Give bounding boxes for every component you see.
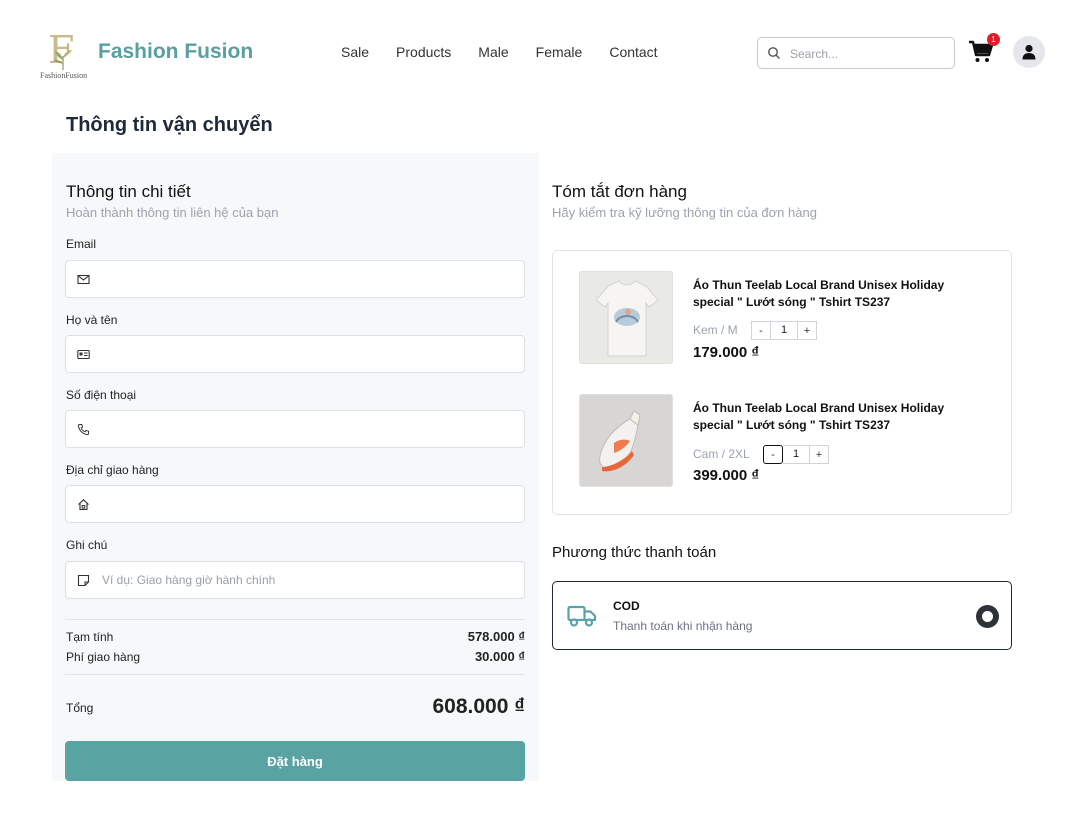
home-icon — [78, 499, 89, 511]
site-header: F FashionFusion Fashion Fusion Sale Prod… — [0, 0, 1070, 100]
logo[interactable]: F FashionFusion — [40, 28, 92, 82]
place-order-button[interactable]: Đặt hàng — [65, 741, 525, 781]
quantity-value: 1 — [783, 445, 809, 464]
main-nav: Sale Products Male Female Contact — [341, 44, 685, 60]
quantity-stepper: - 1 + — [763, 445, 829, 464]
note-icon — [77, 574, 90, 587]
subtotal-value: 578.000 ₫ — [467, 629, 525, 644]
product-name: Áo Thun Teelab Local Brand Unisex Holida… — [693, 401, 945, 432]
note-field[interactable] — [65, 561, 525, 599]
nav-products[interactable]: Products — [396, 44, 451, 60]
shipping-fee-value: 30.000 ₫ — [474, 649, 525, 664]
tshirt-image — [580, 272, 672, 363]
search-icon — [768, 47, 780, 59]
increase-quantity-button[interactable]: + — [797, 321, 817, 340]
payment-method-name: COD — [613, 599, 640, 613]
product-price: 179.000 ₫ — [693, 344, 760, 361]
product-variant: Cam / 2XL — [693, 447, 750, 461]
phone-input[interactable] — [102, 420, 512, 438]
shipping-fee-label: Phí giao hàng — [66, 650, 141, 664]
search-input[interactable] — [790, 44, 940, 64]
envelope-icon — [77, 274, 90, 285]
page-title: Thông tin vận chuyển — [66, 114, 273, 136]
decrease-quantity-button[interactable]: - — [763, 445, 783, 464]
total-value: 608.000 ₫ — [432, 695, 525, 718]
address-input[interactable] — [102, 495, 512, 513]
product-variant: Kem / M — [693, 323, 738, 337]
fullname-field[interactable] — [65, 335, 525, 373]
payment-method-description: Thanh toán khi nhận hàng — [613, 619, 753, 633]
quantity-value: 1 — [771, 321, 797, 340]
note-label: Ghi chú — [66, 538, 108, 552]
total-label: Tổng — [66, 701, 94, 715]
decrease-quantity-button[interactable]: - — [751, 321, 771, 340]
user-avatar[interactable] — [1013, 36, 1045, 68]
order-summary-box: Áo Thun Teelab Local Brand Unisex Holida… — [552, 250, 1012, 515]
divider — [65, 674, 525, 675]
phone-icon — [77, 424, 89, 436]
quantity-stepper: - 1 + — [751, 321, 817, 340]
product-price: 399.000 ₫ — [693, 467, 760, 484]
payment-radio-selected[interactable] — [976, 605, 999, 628]
logo-plant-icon — [53, 50, 72, 70]
fullname-label: Họ và tên — [66, 313, 118, 327]
email-field[interactable] — [65, 260, 525, 298]
truck-icon — [567, 605, 597, 627]
phone-field[interactable] — [65, 410, 525, 448]
product-name: Áo Thun Teelab Local Brand Unisex Holida… — [693, 278, 945, 309]
brand-name[interactable]: Fashion Fusion — [98, 40, 253, 64]
nav-female[interactable]: Female — [536, 44, 583, 60]
search-box[interactable] — [757, 37, 955, 69]
nav-contact[interactable]: Contact — [609, 44, 657, 60]
email-input[interactable] — [102, 270, 512, 288]
note-input[interactable] — [102, 571, 512, 589]
email-label: Email — [66, 237, 97, 251]
subtotal-label: Tạm tính — [66, 630, 114, 644]
nav-male[interactable]: Male — [478, 44, 508, 60]
address-label: Địa chỉ giao hàng — [66, 463, 159, 477]
logo-wordmark: FashionFusion — [40, 71, 88, 80]
phone-label: Số điện thoại — [66, 388, 137, 402]
product-image[interactable] — [579, 271, 673, 364]
address-field[interactable] — [65, 485, 525, 523]
cart-count-badge: 1 — [987, 33, 1000, 46]
payment-option-cod[interactable]: COD Thanh toán khi nhận hàng — [552, 581, 1012, 650]
user-icon — [1022, 44, 1036, 60]
summary-subtitle: Hãy kiểm tra kỹ lưỡng thông tin của đơn … — [552, 205, 817, 220]
divider — [65, 619, 525, 620]
summary-title: Tóm tắt đơn hàng — [552, 182, 687, 201]
details-subtitle: Hoàn thành thông tin liên hệ của bạn — [66, 205, 279, 220]
details-title: Thông tin chi tiết — [66, 182, 191, 201]
increase-quantity-button[interactable]: + — [809, 445, 829, 464]
product-image[interactable] — [579, 394, 673, 487]
payment-method-title: Phương thức thanh toán — [552, 544, 717, 561]
fullname-input[interactable] — [102, 345, 512, 363]
nav-sale[interactable]: Sale — [341, 44, 369, 60]
sneaker-image — [580, 395, 672, 486]
shipping-details-panel: Thông tin chi tiết Hoàn thành thông tin … — [52, 153, 539, 781]
id-card-icon — [77, 349, 90, 360]
